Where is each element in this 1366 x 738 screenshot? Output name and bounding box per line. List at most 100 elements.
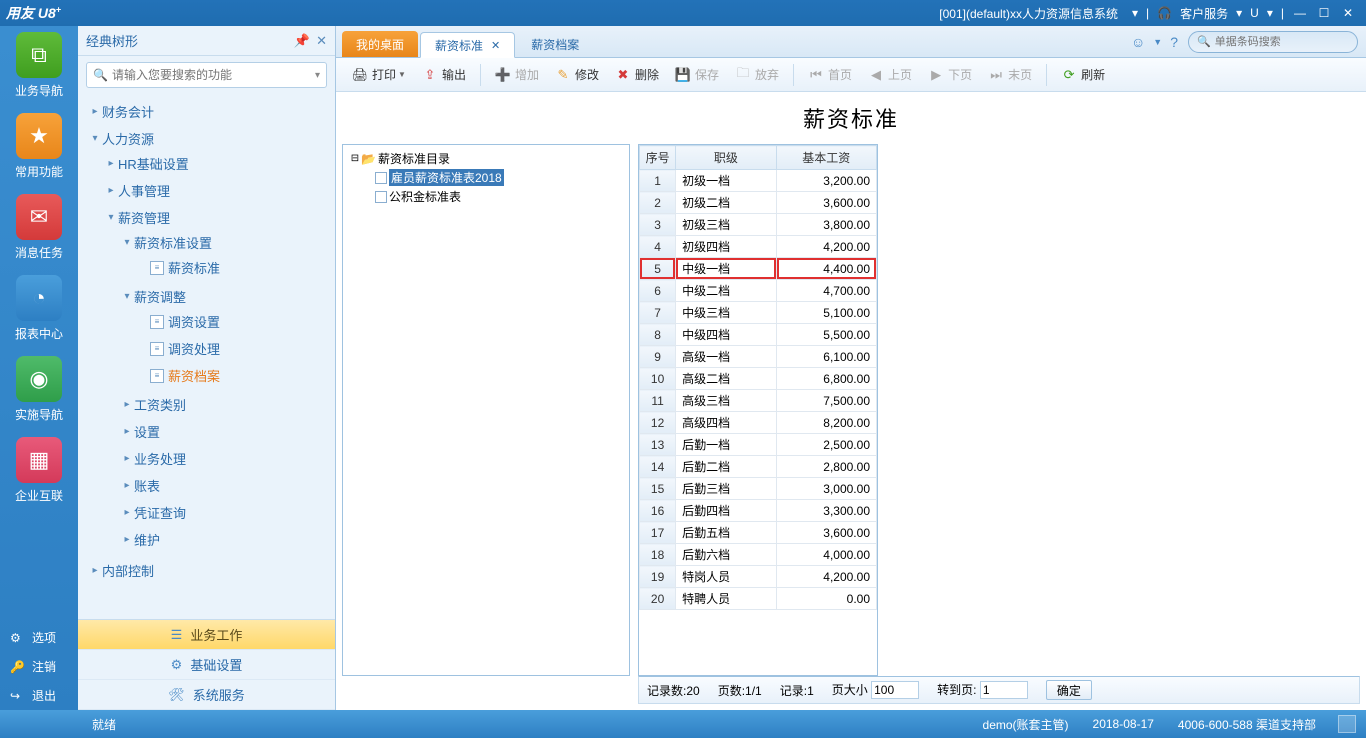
export-button[interactable]: ⇪输出	[414, 63, 474, 87]
tree-node-hr-person[interactable]: ▸人事管理	[78, 179, 335, 202]
tree-node-biz-proc[interactable]: ▸业务处理	[78, 447, 335, 470]
tree-node-salary-adj[interactable]: ▾薪资调整	[78, 285, 335, 308]
last-page-button[interactable]: ⏭末页	[980, 63, 1040, 87]
tree-node-internal[interactable]: ▸内部控制	[78, 559, 335, 582]
confirm-button[interactable]: 确定	[1046, 680, 1092, 700]
bottom-tab-sys[interactable]: 🛠系统服务	[78, 680, 335, 710]
table-row[interactable]: 11 高级三档 7,500.00	[640, 390, 877, 412]
tree-node-settings[interactable]: ▸设置	[78, 420, 335, 443]
tree-node-maint[interactable]: ▸维护	[78, 528, 335, 551]
tab-my-desktop[interactable]: 我的桌面	[342, 31, 418, 57]
table-row[interactable]: 5 中级一档 4,400.00	[640, 258, 877, 280]
add-button[interactable]: ➕增加	[487, 63, 547, 87]
tree-node-adj-set[interactable]: ≡调资设置	[78, 310, 335, 333]
sidebar-item-impl[interactable]: ◉实施导航	[8, 356, 70, 423]
sidebar-item-biznav[interactable]: ⧉业务导航	[8, 32, 70, 99]
sidebar-item-report[interactable]: ◔报表中心	[8, 275, 70, 342]
tree-node-salary-file-leaf[interactable]: ≡薪资档案	[78, 364, 335, 387]
title-dropdown-icon[interactable]: ▾	[1132, 6, 1138, 20]
col-level[interactable]: 职级	[676, 146, 776, 170]
headset-icon[interactable]: 🎧	[1157, 6, 1172, 20]
pin-icon[interactable]: 📌	[294, 33, 310, 49]
tree-node-adj-proc[interactable]: ≡调资处理	[78, 337, 335, 360]
tree-node-salary-std[interactable]: ≡薪资标准	[78, 256, 335, 279]
cell-base: 3,000.00	[776, 478, 876, 500]
page-size-input[interactable]	[871, 681, 919, 699]
barcode-search[interactable]: 🔍	[1188, 31, 1358, 53]
customer-service-link[interactable]: 客户服务	[1180, 5, 1228, 22]
nav-search-input[interactable]	[112, 68, 315, 82]
search-dropdown-icon[interactable]: ▾	[315, 70, 320, 81]
sidebar-item-msg[interactable]: ✉消息任务	[8, 194, 70, 261]
table-row[interactable]: 13 后勤一档 2,500.00	[640, 434, 877, 456]
table-row[interactable]: 9 高级一档 6,100.00	[640, 346, 877, 368]
chevron-down-icon[interactable]: ▼	[398, 70, 406, 79]
table-row[interactable]: 1 初级一档 3,200.00	[640, 170, 877, 192]
help-icon[interactable]: ?	[1170, 34, 1178, 50]
dir-item-2[interactable]: 公积金标准表	[347, 187, 625, 206]
table-row[interactable]: 6 中级二档 4,700.00	[640, 280, 877, 302]
table-row[interactable]: 4 初级四档 4,200.00	[640, 236, 877, 258]
smile-icon[interactable]: ☺	[1131, 34, 1145, 50]
data-grid[interactable]: 序号 职级 基本工资 1 初级一档 3,200.002 初级二档 3,600.0…	[638, 144, 878, 676]
table-row[interactable]: 7 中级三档 5,100.00	[640, 302, 877, 324]
sidebar-item-fav[interactable]: ★常用功能	[8, 113, 70, 180]
title-sep-2: |	[1281, 6, 1284, 20]
tree-node-fin[interactable]: ▸财务会计	[78, 100, 335, 123]
tab-salary-standard[interactable]: 薪资标准✕	[420, 32, 515, 58]
table-row[interactable]: 2 初级二档 3,600.00	[640, 192, 877, 214]
goto-page-input[interactable]	[980, 681, 1028, 699]
minimize-button[interactable]: —	[1288, 6, 1312, 20]
col-base[interactable]: 基本工资	[776, 146, 876, 170]
sidebar-exit[interactable]: ↪退出	[0, 681, 78, 710]
bottom-tab-biz[interactable]: ☰业务工作	[78, 620, 335, 650]
nav-search-box[interactable]: 🔍 ▾	[86, 62, 327, 88]
table-row[interactable]: 8 中级四档 5,500.00	[640, 324, 877, 346]
dropdown-icon[interactable]: ▾	[1236, 6, 1242, 20]
prev-page-button[interactable]: ◀上页	[860, 63, 920, 87]
tab-close-icon[interactable]: ✕	[491, 39, 500, 52]
table-row[interactable]: 19 特岗人员 4,200.00	[640, 566, 877, 588]
table-row[interactable]: 17 后勤五档 3,600.00	[640, 522, 877, 544]
tree-node-salary-mgmt[interactable]: ▾薪资管理	[78, 206, 335, 229]
modify-button[interactable]: ✎修改	[547, 63, 607, 87]
save-button[interactable]: 💾保存	[667, 63, 727, 87]
refresh-button[interactable]: ⟳刷新	[1053, 63, 1113, 87]
dir-item-1[interactable]: 雇员薪资标准表2018	[347, 168, 625, 187]
tree-node-salary-std-set[interactable]: ▾薪资标准设置	[78, 231, 335, 254]
bottom-tab-base[interactable]: ⚙基础设置	[78, 650, 335, 680]
table-row[interactable]: 3 初级三档 3,800.00	[640, 214, 877, 236]
first-page-button[interactable]: ⏮首页	[800, 63, 860, 87]
close-panel-icon[interactable]: ✕	[316, 33, 327, 49]
table-row[interactable]: 15 后勤三档 3,000.00	[640, 478, 877, 500]
close-button[interactable]: ✕	[1336, 6, 1360, 20]
next-page-button[interactable]: ▶下页	[920, 63, 980, 87]
barcode-search-input[interactable]	[1215, 36, 1357, 48]
table-row[interactable]: 16 后勤四档 3,300.00	[640, 500, 877, 522]
sidebar-logout[interactable]: 🔑注销	[0, 652, 78, 681]
tab-salary-file[interactable]: 薪资档案	[517, 31, 593, 57]
table-row[interactable]: 18 后勤六档 4,000.00	[640, 544, 877, 566]
sidebar-item-ent[interactable]: ▦企业互联	[8, 437, 70, 504]
table-row[interactable]: 10 高级二档 6,800.00	[640, 368, 877, 390]
tree-node-voucher[interactable]: ▸凭证查询	[78, 501, 335, 524]
print-button[interactable]: 🖨打印▼	[344, 63, 414, 87]
cell-level: 后勤三档	[676, 478, 776, 500]
u-menu[interactable]: U	[1250, 6, 1259, 20]
dir-root[interactable]: ⊟📂薪资标准目录	[347, 149, 625, 168]
table-row[interactable]: 14 后勤二档 2,800.00	[640, 456, 877, 478]
table-row[interactable]: 20 特聘人员 0.00	[640, 588, 877, 610]
tree-node-hr-base[interactable]: ▸HR基础设置	[78, 152, 335, 175]
status-icon[interactable]	[1338, 715, 1356, 733]
sidebar-options[interactable]: ⚙选项	[0, 623, 78, 652]
tree-node-ledger[interactable]: ▸账表	[78, 474, 335, 497]
maximize-button[interactable]: ☐	[1312, 6, 1336, 20]
dropdown-icon-2[interactable]: ▾	[1267, 6, 1273, 20]
delete-button[interactable]: ✖删除	[607, 63, 667, 87]
tree-node-salary-cat[interactable]: ▸工资类别	[78, 393, 335, 416]
tree-node-hr[interactable]: ▾人力资源	[78, 127, 335, 150]
col-seq[interactable]: 序号	[640, 146, 676, 170]
abandon-button[interactable]: 🗀放弃	[727, 63, 787, 87]
table-row[interactable]: 12 高级四档 8,200.00	[640, 412, 877, 434]
chevron-down-icon[interactable]: ▼	[1153, 37, 1162, 47]
